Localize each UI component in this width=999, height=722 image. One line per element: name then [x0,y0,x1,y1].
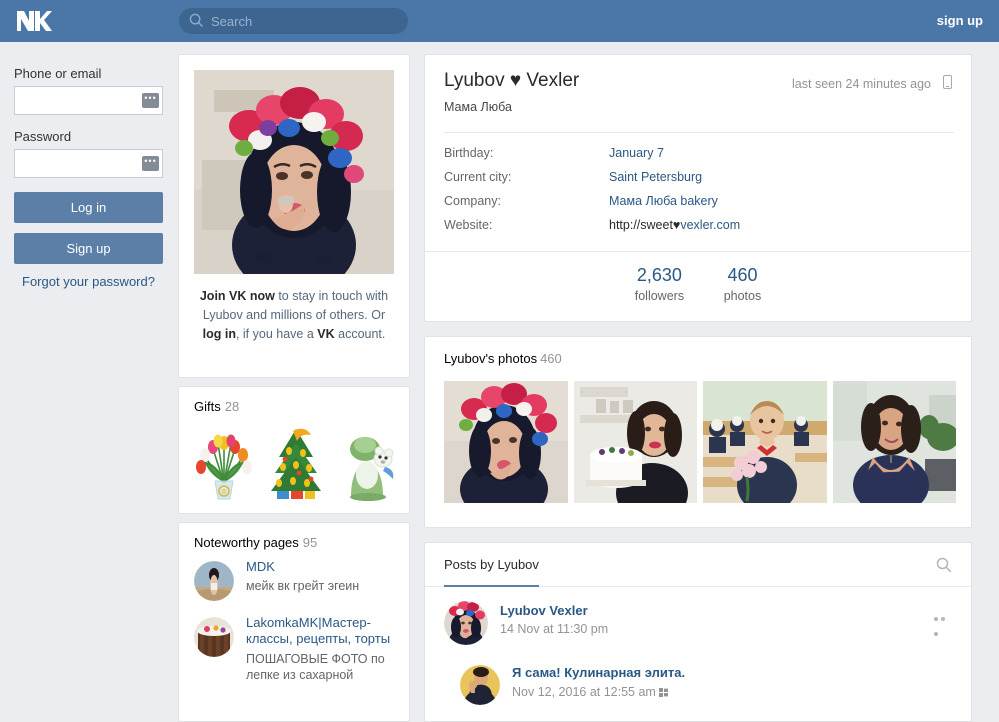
top-navigation-bar: sign up [0,0,999,42]
noteworthy-pages-title: Noteworthy pages [194,535,299,550]
post-timestamp[interactable]: 14 Nov at 11:30 pm [500,622,608,636]
mobile-phone-icon [943,75,952,89]
photo-flower-crown-portrait[interactable] [444,381,568,503]
join-vk-bold[interactable]: Join VK now [200,289,275,303]
gifts-header: Gifts 28 [194,399,239,414]
info-value-current-city[interactable]: Saint Petersburg [609,170,702,184]
svg-text:8: 8 [222,489,226,496]
list-item-description: ПОШАГОВЫЕ ФОТО по лепке из сахарной [246,652,385,682]
table-row: Website: http://sweet♥vexler.com [444,218,954,242]
windows-icon [658,688,668,697]
gifts-card: Gifts 28 8 [178,386,410,514]
post-author-name[interactable]: Lyubov Vexler [500,603,588,618]
stat-followers[interactable]: 2,630 followers [635,265,684,303]
password-field-wrapper: ••• [14,149,163,178]
mdk-avatar[interactable] [194,561,234,601]
info-value-website[interactable]: http://sweet♥vexler.com [609,218,740,232]
search-icon[interactable] [936,557,952,573]
password-input[interactable] [14,149,163,178]
phone-or-email-label: Phone or email [14,66,102,81]
gifts-title: Gifts [194,399,221,414]
divider [444,132,954,133]
list-item-title[interactable]: MDK [246,559,398,575]
log-in-inline-link[interactable]: log in [203,327,236,341]
lakomka-avatar[interactable] [194,617,234,657]
list-item-description: мейк вк грейт эгеин [246,579,360,593]
noteworthy-pages-count: 95 [302,535,318,550]
profile-subtitle: Мама Люба [444,100,512,114]
list-item-title[interactable]: LakomkaMK|Мастер-классы, рецепты, торты [246,615,398,647]
join-text-3: account. [334,327,386,341]
vk-bold: VK [317,327,335,341]
photos-count[interactable]: 460 [724,265,762,286]
info-key-company: Company: [444,194,501,208]
profile-photo-large[interactable] [194,70,394,274]
global-search-box[interactable] [179,8,408,34]
posts-tabs-bar: Posts by Lyubov [425,543,971,587]
login-form: Phone or email ••• Password ••• Log in S… [14,66,163,289]
profile-photo-card: Join VK now to stay in touch with Lyubov… [178,54,410,378]
dot [941,617,945,621]
followers-count[interactable]: 2,630 [635,265,684,286]
photos-thumbnail-row [444,381,956,503]
followers-label: followers [634,289,685,303]
page-title: Lyubov ♥ Vexler [444,70,580,91]
photos-title[interactable]: Lyubov's photos [444,351,537,366]
repost-author-name[interactable]: Я сама! Кулинарная элита. [512,665,685,680]
gift-christmas-tree[interactable] [263,423,329,501]
noteworthy-pages-card: Noteworthy pages 95 MDK мейк вк грейт эге… [178,522,410,722]
info-key-website: Website: [444,218,493,232]
divider [425,251,971,252]
phone-field-wrapper: ••• [14,86,163,115]
table-row: Current city: Saint Petersburg [444,170,954,194]
profile-info-card: Lyubov ♥ Vexler Мама Люба last seen 24 m… [424,54,972,322]
photo-blue-dress-portrait[interactable] [832,381,956,503]
profile-stats: 2,630 followers 460 photos [425,265,971,303]
posts-card: Posts by Lyubov Lyubov Vexler 14 Nov at … [424,542,972,722]
keyboard-layout-badge[interactable]: ••• [142,93,159,108]
photo-boy-with-roses-classroom[interactable] [703,381,827,503]
table-row: Birthday: January 7 [444,146,954,170]
log-in-button[interactable]: Log in [14,192,163,223]
search-icon [189,13,204,28]
kulinarnaya-elita-avatar[interactable] [460,665,500,705]
forgot-password-link[interactable]: Forgot your password? [14,274,163,289]
last-seen-status: last seen 24 minutes ago [792,77,931,91]
dot [934,632,938,636]
join-vk-prompt: Join VK now to stay in touch with Lyubov… [193,287,395,344]
gifts-count: 28 [224,399,240,414]
table-row: Company: Мама Люба bakery [444,194,954,218]
photos-count: 460 [540,351,562,366]
photos-header: Lyubov's photos 460 [444,351,562,366]
website-prefix: http://sweet♥ [609,218,681,232]
info-value-company[interactable]: Мама Люба bakery [609,194,718,208]
photo-holding-white-cake[interactable] [573,381,697,503]
stat-photos[interactable]: 460 photos [724,265,762,303]
search-input[interactable] [211,8,401,34]
noteworthy-pages-header: Noteworthy pages 95 [194,535,317,550]
sign-up-button[interactable]: Sign up [14,233,163,264]
gift-bear-in-green-hat[interactable] [335,423,401,501]
lyubov-post-avatar[interactable] [444,601,488,645]
keyboard-layout-badge-password[interactable]: ••• [142,156,159,171]
info-key-birthday: Birthday: [444,146,494,160]
website-link[interactable]: vexler.com [680,218,740,232]
repost-timestamp[interactable]: Nov 12, 2016 at 12:55 am [512,685,668,699]
phone-or-email-input[interactable] [14,86,163,115]
more-options-icon[interactable] [934,609,954,636]
join-text-2: , if you have a [235,327,318,341]
tab-posts-by-lyubov[interactable]: Posts by Lyubov [444,557,539,587]
header-sign-up-link[interactable]: sign up [937,13,983,28]
password-label: Password [14,129,72,144]
vk-logo[interactable] [14,7,54,35]
info-value-birthday[interactable]: January 7 [609,146,664,160]
dot [934,617,938,621]
info-key-current-city: Current city: [444,170,512,184]
photos-label: photos [723,289,762,303]
repost-date-text: Nov 12, 2016 at 12:55 am [512,685,656,699]
profile-details-table: Birthday: January 7 Current city: Saint … [444,146,954,242]
gifts-list: 8 [191,423,401,503]
photos-card: Lyubov's photos 460 [424,336,972,528]
gift-tulips-bouquet[interactable]: 8 [191,423,257,501]
